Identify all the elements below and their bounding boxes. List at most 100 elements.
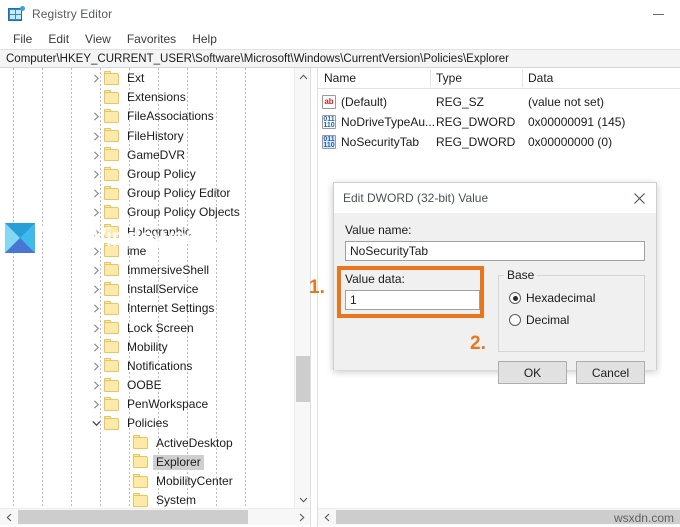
base-option-decimal[interactable]: Decimal xyxy=(509,313,569,327)
tree-item-mobility[interactable]: Mobility xyxy=(0,338,294,357)
address-bar[interactable]: Computer\HKEY_CURRENT_USER\Software\Micr… xyxy=(0,49,680,68)
tree-item-label: GameDVR xyxy=(127,147,186,162)
chevron-right-icon[interactable] xyxy=(89,299,104,318)
value-type-cell: REG_DWORD xyxy=(436,135,516,149)
tree-item-extensions[interactable]: Extensions xyxy=(0,88,294,107)
chevron-right-icon[interactable] xyxy=(89,338,104,357)
column-header-name[interactable]: Name xyxy=(318,68,430,88)
chevron-right-icon[interactable] xyxy=(89,280,104,299)
menu-item-edit[interactable]: Edit xyxy=(40,30,77,48)
chevron-right-icon[interactable] xyxy=(89,319,104,338)
tree-item-fileassociations[interactable]: FileAssociations xyxy=(0,107,294,126)
chevron-right-icon[interactable] xyxy=(89,127,104,146)
tree-item-penworkspace[interactable]: PenWorkspace xyxy=(0,395,294,414)
tree-item-label: Group Policy xyxy=(127,167,196,182)
tree-item-label: ime xyxy=(127,243,147,258)
tree-item-label: Notifications xyxy=(127,358,193,373)
tree-item-label: Explorer xyxy=(153,454,204,470)
dialog-title: Edit DWORD (32-bit) Value xyxy=(343,191,489,205)
values-scroll-left-icon[interactable] xyxy=(318,509,335,525)
cancel-button[interactable]: Cancel xyxy=(576,361,645,384)
tree-item-activedesktop[interactable]: ActiveDesktop xyxy=(0,434,294,453)
column-header-data[interactable]: Data xyxy=(522,68,680,88)
tree-item-gamedvr[interactable]: GameDVR xyxy=(0,146,294,165)
value-data-input[interactable]: 1 xyxy=(345,290,480,310)
values-hscroll-thumb[interactable] xyxy=(336,510,680,524)
tree-item-group-policy-objects[interactable]: Group Policy Objects xyxy=(0,203,294,222)
chevron-right-icon[interactable] xyxy=(89,223,104,242)
registry-tree[interactable]: Ext Extensions FileAssociations FileHistory… xyxy=(0,68,294,508)
tree-item-label: Extensions xyxy=(127,90,186,105)
ok-button[interactable]: OK xyxy=(498,361,567,384)
chevron-right-icon[interactable] xyxy=(89,376,104,395)
dialog-close-button[interactable] xyxy=(622,183,656,213)
tree-item-label: Internet Settings xyxy=(127,301,215,316)
dialog-body: Value name: NoSecurityTab Value data: 1 … xyxy=(334,213,656,384)
folder-icon xyxy=(104,128,119,143)
tree-item-label: Holographic xyxy=(127,224,192,239)
tree-item-group-policy-editor[interactable]: Group Policy Editor xyxy=(0,184,294,203)
tree-vertical-scrollbar[interactable] xyxy=(294,68,310,508)
chevron-right-icon[interactable] xyxy=(89,184,104,203)
value-row[interactable]: 011 110 NoDriveTypeAu... REG_DWORD 0x0000009… xyxy=(318,112,680,132)
chevron-right-icon[interactable] xyxy=(89,146,104,165)
minimize-button[interactable] xyxy=(636,0,680,28)
column-header-type[interactable]: Type xyxy=(430,68,522,88)
tree-item-label: OOBE xyxy=(127,378,162,393)
scroll-up-icon[interactable] xyxy=(295,68,310,85)
chevron-right-icon[interactable] xyxy=(89,261,104,280)
tree-item-notifications[interactable]: Notifications xyxy=(0,357,294,376)
base-option-hexadecimal[interactable]: Hexadecimal xyxy=(509,291,595,305)
value-row[interactable]: ab (Default) REG_SZ (value not set) xyxy=(318,92,680,112)
scroll-left-icon[interactable] xyxy=(0,509,17,525)
chevron-down-icon[interactable] xyxy=(89,414,104,433)
string-value-icon: ab xyxy=(322,95,336,109)
tree-item-group-policy[interactable]: Group Policy xyxy=(0,165,294,184)
dword-value-icon: 011 110 xyxy=(322,115,336,129)
folder-icon xyxy=(133,435,148,450)
chevron-right-icon[interactable] xyxy=(89,107,104,126)
radio-decimal-icon xyxy=(509,314,521,326)
tree-item-ext[interactable]: Ext xyxy=(0,69,294,88)
tree-horizontal-scrollbar[interactable] xyxy=(0,508,310,525)
tree-item-immersiveshell[interactable]: ImmersiveShell xyxy=(0,261,294,280)
chevron-right-icon[interactable] xyxy=(89,395,104,414)
tree-item-policies[interactable]: Policies xyxy=(0,414,294,433)
tree-item-oobe[interactable]: OOBE xyxy=(0,376,294,395)
window-controls xyxy=(636,0,680,28)
menu-item-view[interactable]: View xyxy=(77,30,119,48)
value-name-cell: (Default) xyxy=(341,95,388,109)
chevron-right-icon[interactable] xyxy=(89,165,104,184)
tree-item-explorer[interactable]: Explorer xyxy=(0,453,294,472)
values-horizontal-scrollbar[interactable] xyxy=(318,508,680,525)
value-row[interactable]: 011 110 NoSecurityTab REG_DWORD 0x00000000 (… xyxy=(318,132,680,152)
menu-item-favorites[interactable]: Favorites xyxy=(119,30,184,48)
chevron-right-icon[interactable] xyxy=(89,203,104,222)
folder-icon xyxy=(104,262,119,277)
tree-scroll-thumb[interactable] xyxy=(296,356,310,402)
menu-item-help[interactable]: Help xyxy=(184,30,225,48)
chevron-right-icon[interactable] xyxy=(89,69,104,88)
tree-item-holographic[interactable]: Holographic xyxy=(0,223,294,242)
value-name-input[interactable]: NoSecurityTab xyxy=(345,241,645,261)
tree-item-installservice[interactable]: InstallService xyxy=(0,280,294,299)
menu-item-file[interactable]: File xyxy=(5,30,40,48)
tree-hscroll-thumb[interactable] xyxy=(18,510,248,524)
values-column-header: Name Type Data xyxy=(318,68,680,89)
tree-item-filehistory[interactable]: FileHistory xyxy=(0,127,294,146)
tree-item-system[interactable]: System xyxy=(0,491,294,508)
chevron-right-icon[interactable] xyxy=(89,242,104,261)
folder-icon xyxy=(104,339,119,354)
tree-item-internet-settings[interactable]: Internet Settings xyxy=(0,299,294,318)
tree-item-lock-screen[interactable]: Lock Screen xyxy=(0,318,294,337)
folder-icon xyxy=(104,89,119,104)
minimize-icon xyxy=(652,13,664,15)
window-title: Registry Editor xyxy=(32,7,113,21)
value-data-cell: (value not set) xyxy=(528,95,605,109)
folder-icon xyxy=(104,185,119,200)
tree-item-mobilitycenter[interactable]: MobilityCenter xyxy=(0,472,294,491)
chevron-right-icon[interactable] xyxy=(89,357,104,376)
scroll-down-icon[interactable] xyxy=(295,491,310,508)
scroll-right-icon[interactable] xyxy=(293,509,310,525)
tree-item-ime[interactable]: ime xyxy=(0,242,294,261)
